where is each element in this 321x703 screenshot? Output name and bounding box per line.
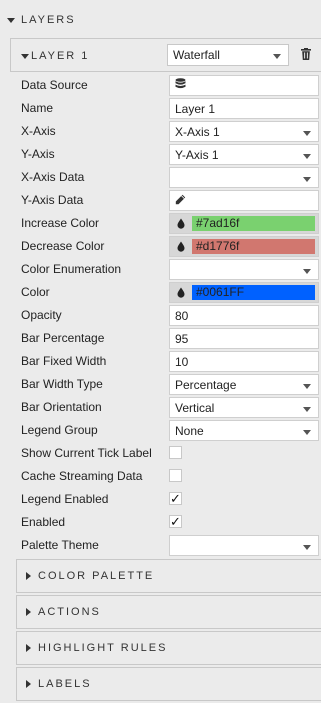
chart-type-value: Waterfall	[173, 48, 220, 62]
chevron-down-icon	[303, 545, 311, 550]
x-axis-data-label: X-Axis Data	[21, 170, 85, 184]
show-current-tick-label-label: Show Current Tick Label	[21, 446, 152, 460]
bar-fixed-width-input[interactable]: 10	[169, 351, 319, 372]
caret-right-icon	[26, 572, 31, 580]
color-enumeration-label: Color Enumeration	[21, 262, 122, 276]
chevron-down-icon	[303, 131, 311, 136]
legend-enabled-checkbox[interactable]: ✓	[169, 492, 182, 505]
legend-group-select[interactable]: None	[169, 420, 319, 441]
color-picker[interactable]: #0061FF	[169, 282, 319, 303]
color-drop-icon[interactable]	[170, 218, 192, 229]
decrease-color-label: Decrease Color	[21, 239, 105, 253]
bar-width-type-label: Bar Width Type	[21, 377, 103, 391]
database-icon	[175, 78, 186, 93]
increase-color-picker[interactable]: #7ad16f	[169, 213, 319, 234]
caret-right-icon	[26, 608, 31, 616]
name-input[interactable]: Layer 1	[169, 98, 319, 119]
section-highlight-rules[interactable]: HIGHLIGHT RULES	[16, 631, 321, 665]
increase-color-swatch: #7ad16f	[192, 216, 315, 231]
chevron-down-icon	[303, 154, 311, 159]
x-axis-label: X-Axis	[21, 124, 56, 138]
checkmark-icon: ✓	[170, 491, 181, 506]
legend-group-value: None	[175, 423, 204, 438]
bar-percentage-value: 95	[175, 331, 189, 346]
bar-fixed-width-label: Bar Fixed Width	[21, 354, 107, 368]
bar-fixed-width-value: 10	[175, 354, 189, 369]
y-axis-select[interactable]: Y-Axis 1	[169, 144, 319, 165]
bar-percentage-label: Bar Percentage	[21, 331, 105, 345]
layer-1-header[interactable]: LAYER 1 Waterfall	[10, 38, 321, 72]
chevron-down-icon	[273, 54, 281, 59]
opacity-value: 80	[175, 308, 189, 323]
section-label: ACTIONS	[38, 606, 101, 618]
legend-enabled-label: Legend Enabled	[21, 492, 109, 506]
color-drop-icon[interactable]	[170, 241, 192, 252]
data-source-field[interactable]	[169, 75, 319, 96]
chevron-down-icon	[303, 430, 311, 435]
bar-orientation-label: Bar Orientation	[21, 400, 102, 414]
enabled-label: Enabled	[21, 515, 66, 529]
x-axis-data-select[interactable]	[169, 167, 319, 188]
layers-header[interactable]: LAYERS	[0, 8, 321, 32]
y-axis-value: Y-Axis 1	[175, 147, 219, 162]
data-source-label: Data Source	[21, 78, 88, 92]
cache-streaming-data-checkbox[interactable]	[169, 469, 182, 482]
color-swatch: #0061FF	[192, 285, 315, 300]
section-color-palette[interactable]: COLOR PALETTE	[16, 559, 321, 593]
chevron-down-icon	[303, 269, 311, 274]
bar-width-type-value: Percentage	[175, 377, 237, 392]
decrease-color-picker[interactable]: #d1776f	[169, 236, 319, 257]
trash-icon[interactable]	[301, 48, 311, 63]
color-enumeration-select[interactable]	[169, 259, 319, 280]
layers-header-label: LAYERS	[21, 14, 76, 26]
opacity-label: Opacity	[21, 308, 62, 322]
enabled-checkbox[interactable]: ✓	[169, 515, 182, 528]
section-label: HIGHLIGHT RULES	[38, 642, 168, 654]
section-actions[interactable]: ACTIONS	[16, 595, 321, 629]
y-axis-label: Y-Axis	[21, 147, 55, 161]
y-axis-data-field[interactable]	[169, 190, 319, 211]
bar-orientation-select[interactable]: Vertical	[169, 397, 319, 418]
pencil-icon[interactable]	[175, 194, 186, 208]
palette-theme-select[interactable]	[169, 535, 319, 556]
show-current-tick-label-checkbox[interactable]	[169, 446, 182, 459]
checkmark-icon: ✓	[170, 514, 181, 529]
chevron-down-icon	[303, 177, 311, 182]
cache-streaming-data-label: Cache Streaming Data	[21, 469, 143, 483]
legend-group-label: Legend Group	[21, 423, 98, 437]
bar-orientation-value: Vertical	[175, 400, 215, 415]
x-axis-value: X-Axis 1	[175, 124, 220, 139]
name-label: Name	[21, 101, 54, 115]
caret-down-icon	[21, 54, 29, 59]
bar-percentage-input[interactable]: 95	[169, 328, 319, 349]
caret-down-icon	[7, 17, 15, 23]
chevron-down-icon	[303, 407, 311, 412]
section-label: LABELS	[38, 678, 92, 690]
section-labels[interactable]: LABELS	[16, 667, 321, 701]
x-axis-select[interactable]: X-Axis 1	[169, 121, 319, 142]
color-label: Color	[21, 285, 50, 299]
layer-title: LAYER 1	[31, 50, 90, 62]
palette-theme-label: Palette Theme	[21, 538, 99, 552]
bar-width-type-select[interactable]: Percentage	[169, 374, 319, 395]
caret-right-icon	[26, 680, 31, 688]
decrease-color-swatch: #d1776f	[192, 239, 315, 254]
opacity-input[interactable]: 80	[169, 305, 319, 326]
section-label: COLOR PALETTE	[38, 570, 155, 582]
increase-color-label: Increase Color	[21, 216, 100, 230]
caret-right-icon	[26, 644, 31, 652]
chevron-down-icon	[303, 384, 311, 389]
name-value: Layer 1	[175, 101, 216, 116]
chart-type-select[interactable]: Waterfall	[167, 44, 289, 66]
color-drop-icon[interactable]	[170, 287, 192, 298]
y-axis-data-label: Y-Axis Data	[21, 193, 84, 207]
